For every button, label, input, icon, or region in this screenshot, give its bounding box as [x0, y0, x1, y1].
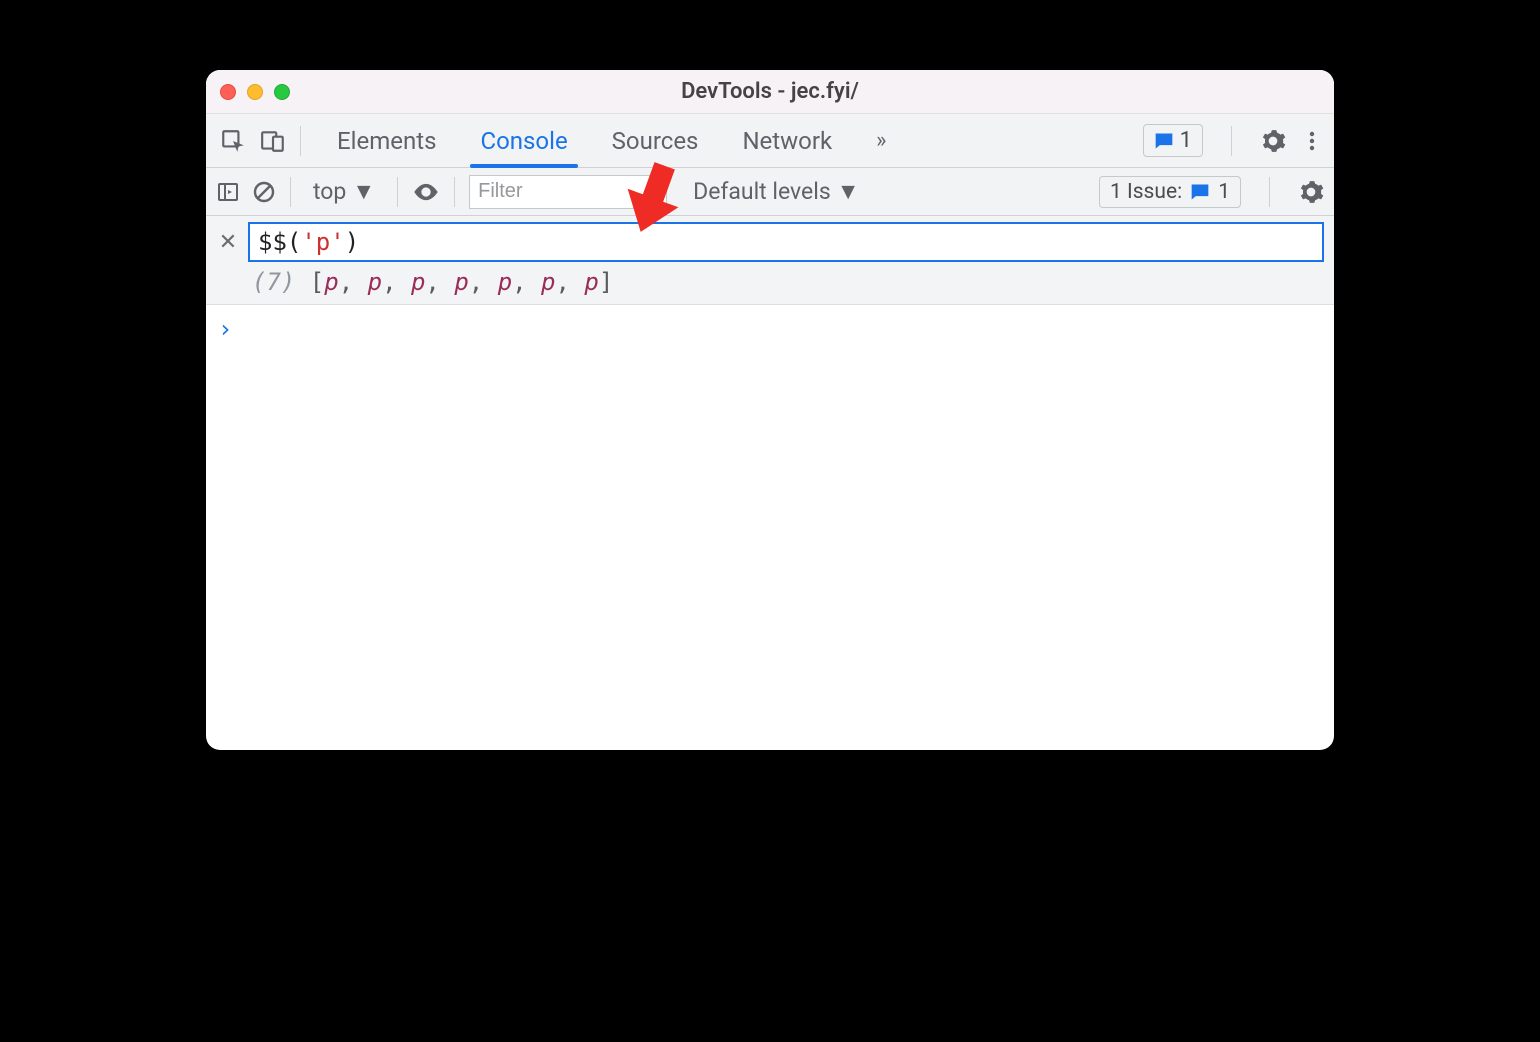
- fullscreen-window-button[interactable]: [274, 84, 290, 100]
- devtools-window: DevTools - jec.fyi/ Elements Console Sou…: [206, 70, 1334, 750]
- panel-tabs: Elements Console Sources Network »: [315, 114, 908, 167]
- live-expression-input[interactable]: $$('p'): [248, 222, 1324, 262]
- tab-network[interactable]: Network: [720, 114, 854, 167]
- console-toolbar: top ▼ Default levels ▼ 1 Issue: 1: [206, 168, 1334, 216]
- settings-gear-icon[interactable]: [1260, 128, 1286, 154]
- live-expression-row: ✕ $$('p') (7) [p, p, p, p, p, p, p]: [206, 216, 1334, 305]
- expression-code: $$('p'): [258, 228, 359, 256]
- result-element[interactable]: p: [368, 268, 382, 296]
- result-element[interactable]: p: [498, 268, 512, 296]
- separator: [1269, 177, 1270, 207]
- separator: [300, 126, 301, 156]
- inspect-element-icon[interactable]: [220, 128, 246, 154]
- filter-input[interactable]: [469, 175, 667, 209]
- result-elements: p, p, p, p, p, p, p: [324, 268, 599, 296]
- toolbar-right: 1: [1143, 124, 1324, 157]
- result-element[interactable]: p: [411, 268, 425, 296]
- show-console-sidebar-icon[interactable]: [216, 180, 240, 204]
- log-levels-selector[interactable]: Default levels ▼: [685, 176, 867, 207]
- issues-label: 1 Issue:: [1110, 180, 1182, 204]
- tab-sources[interactable]: Sources: [590, 114, 721, 167]
- context-label: top: [313, 178, 346, 205]
- message-icon: [1154, 131, 1174, 151]
- more-tabs-button[interactable]: »: [854, 114, 908, 167]
- separator: [290, 177, 291, 207]
- context-selector[interactable]: top ▼: [305, 176, 383, 207]
- window-title: DevTools - jec.fyi/: [206, 79, 1334, 104]
- issues-count: 1: [1218, 180, 1230, 204]
- minimize-window-button[interactable]: [247, 84, 263, 100]
- device-toggle-icon[interactable]: [260, 128, 286, 154]
- live-expression-result: (7) [p, p, p, p, p, p, p]: [252, 268, 1324, 296]
- console-prompt[interactable]: ›: [206, 305, 1334, 353]
- result-element[interactable]: p: [541, 268, 555, 296]
- result-element[interactable]: p: [584, 268, 598, 296]
- separator: [454, 177, 455, 207]
- main-tabstrip: Elements Console Sources Network » 1: [206, 114, 1334, 168]
- tab-elements[interactable]: Elements: [315, 114, 458, 167]
- clear-console-icon[interactable]: [252, 180, 276, 204]
- kebab-menu-icon[interactable]: [1300, 129, 1324, 153]
- titlebar: DevTools - jec.fyi/: [206, 70, 1334, 114]
- levels-label: Default levels: [693, 178, 831, 205]
- issues-button[interactable]: 1 Issue: 1: [1099, 176, 1241, 208]
- toolbar-left-icons: [220, 128, 286, 154]
- tab-console[interactable]: Console: [458, 114, 589, 167]
- prompt-chevron-icon: ›: [218, 315, 232, 343]
- close-icon[interactable]: ✕: [216, 230, 240, 255]
- console-settings-gear-icon[interactable]: [1298, 179, 1324, 205]
- result-element[interactable]: p: [454, 268, 468, 296]
- messages-badge[interactable]: 1: [1143, 124, 1203, 157]
- live-expression-eye-icon[interactable]: [412, 178, 440, 206]
- messages-count: 1: [1180, 128, 1192, 153]
- result-element[interactable]: p: [324, 268, 338, 296]
- dropdown-caret-icon: ▼: [837, 178, 860, 205]
- separator: [397, 177, 398, 207]
- message-icon: [1190, 182, 1210, 202]
- dropdown-caret-icon: ▼: [352, 178, 375, 205]
- separator: [1231, 126, 1232, 156]
- traffic-lights: [220, 84, 290, 100]
- close-window-button[interactable]: [220, 84, 236, 100]
- result-count: (7): [252, 268, 310, 296]
